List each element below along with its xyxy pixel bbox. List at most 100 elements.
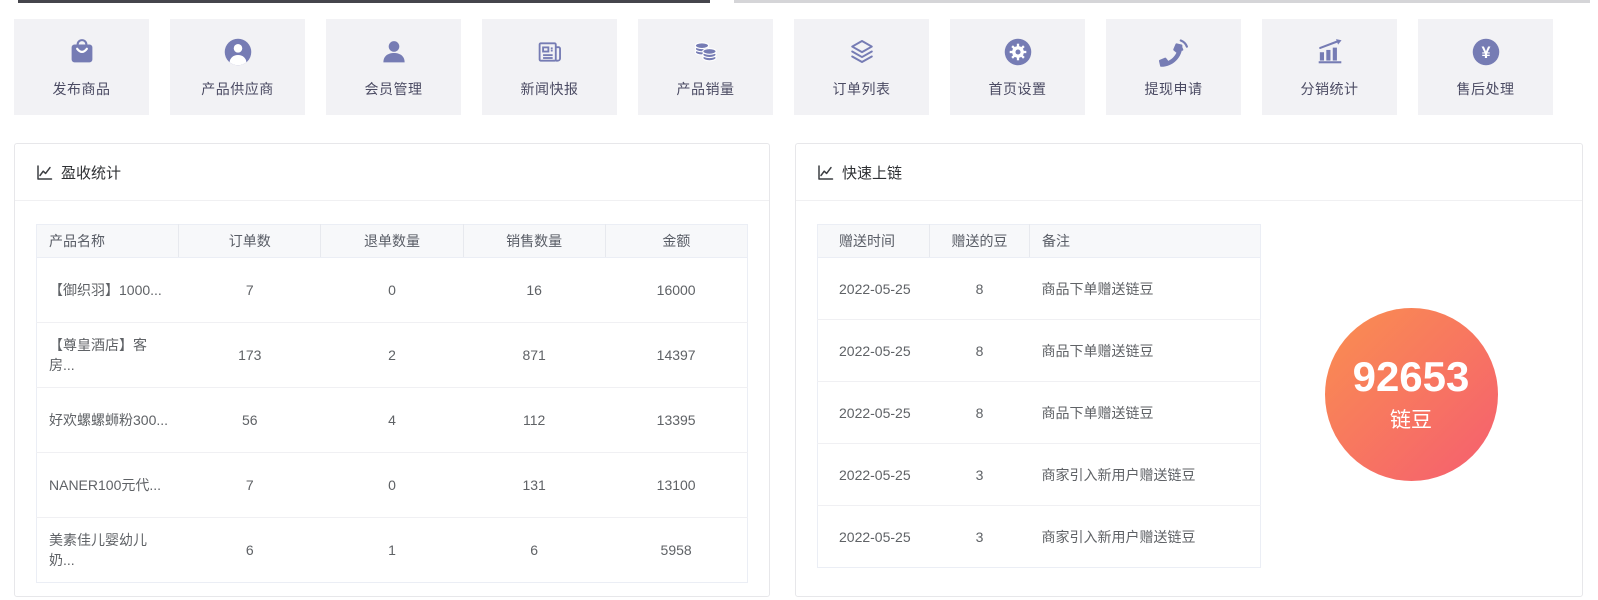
quick-action-homepage-settings[interactable]: 首页设置 <box>950 19 1085 115</box>
table-cell: 13100 <box>605 452 748 518</box>
user-icon <box>379 36 409 68</box>
table-cell: 3 <box>975 528 984 545</box>
table-cell: 56 <box>178 387 321 453</box>
chain-bean-unit: 链豆 <box>1390 408 1432 432</box>
table-cell: 商品下单赠送链豆 <box>1029 381 1261 444</box>
table-cell: 4 <box>320 387 464 453</box>
table-cell: 2022-05-25 <box>839 528 911 545</box>
gear-icon <box>1003 36 1033 68</box>
badge-area: 92653 链豆 <box>1261 224 1561 568</box>
newspaper-icon <box>535 36 565 68</box>
bar-chart-icon <box>1315 36 1345 68</box>
table-cell: 2 <box>320 322 464 388</box>
table-cell: 871 <box>463 322 606 388</box>
supplier-user-icon <box>223 36 253 68</box>
quick-action-label: 产品供应商 <box>201 80 274 97</box>
table-row: 2022-05-25 3 商家引入新用户赠送链豆 <box>818 506 1261 568</box>
table-cell: 8 <box>929 257 1030 320</box>
table-row: 2022-05-25 8 商品下单赠送链豆 <box>817 381 1261 444</box>
table-cell: 0 <box>320 452 464 518</box>
quick-action-label: 分销统计 <box>1300 80 1359 97</box>
dashboard-screen: 发布商品 产品供应商 会员管理 新闻快报 产品销量 订单列表 首页设置 提现申请… <box>0 0 1598 600</box>
table-row: 美素佳儿婴幼儿奶... 6 1 6 5958 <box>37 518 748 583</box>
chart-line-icon <box>37 164 53 180</box>
yuan-icon: ¥ <box>1471 36 1501 68</box>
column-header: 订单数 <box>178 224 322 258</box>
table-cell: 2022-05-25 <box>817 257 930 320</box>
panel-title: 快速上链 <box>842 164 903 182</box>
top-edge-strip-right <box>734 0 1590 3</box>
table-row: 【御织羽】1000... 7 0 16 16000 <box>36 257 748 323</box>
main-content: 盈收统计 产品名称 订单数 退单数量 销售数量 金额 【御织羽】1000... 7 0 16 1… <box>14 143 1583 597</box>
revenue-table: 产品名称 订单数 退单数量 销售数量 金额 【御织羽】1000... 7 0 16 16000 【… <box>36 224 748 583</box>
quick-action-member-management[interactable]: 会员管理 <box>326 19 461 115</box>
quick-action-label: 新闻快报 <box>520 80 579 97</box>
quick-action-label: 产品销量 <box>676 80 735 97</box>
table-cell: 6 <box>245 542 254 558</box>
table-cell: 16000 <box>605 257 748 323</box>
quick-chain-panel-header: 快速上链 <box>796 144 1582 201</box>
table-row: 【尊皇酒店】客房... 173 2 871 14397 <box>36 322 748 388</box>
table-cell: 美素佳儿婴幼儿奶... <box>49 532 147 568</box>
table-cell: 112 <box>463 387 606 453</box>
quick-action-label: 发布商品 <box>52 80 111 97</box>
coins-icon <box>691 36 721 68</box>
table-cell: NANER100元代... <box>36 452 179 518</box>
table-cell: 173 <box>178 322 321 388</box>
table-cell: 6 <box>530 542 539 558</box>
quick-action-order-list[interactable]: 订单列表 <box>794 19 929 115</box>
table-cell: 8 <box>929 319 1030 382</box>
top-edge-strip-left <box>18 0 710 3</box>
table-cell: 5958 <box>660 542 692 558</box>
phone-icon <box>1158 36 1189 68</box>
column-header: 产品名称 <box>36 224 180 258</box>
quick-action-publish-product[interactable]: 发布商品 <box>14 19 149 115</box>
column-header: 赠送的豆 <box>929 224 1030 258</box>
column-header: 备注 <box>1029 224 1261 258</box>
quick-action-aftersales[interactable]: ¥ 售后处理 <box>1418 19 1553 115</box>
quick-actions-row: 发布商品 产品供应商 会员管理 新闻快报 产品销量 订单列表 首页设置 提现申请… <box>14 19 1553 115</box>
quick-action-label: 会员管理 <box>364 80 423 97</box>
table-cell: 1 <box>388 542 396 558</box>
quick-chain-panel: 快速上链 赠送时间 赠送的豆 备注 2022-05-25 8 商品下单赠送链豆 2022-… <box>795 143 1583 597</box>
table-cell: 2022-05-25 <box>817 319 930 382</box>
table-cell: 2022-05-25 <box>817 381 930 444</box>
table-cell: 商家引入新用户赠送链豆 <box>1041 528 1196 545</box>
table-cell: 16 <box>463 257 606 323</box>
table-cell: 7 <box>178 257 321 323</box>
quick-action-distribution-stats[interactable]: 分销统计 <box>1262 19 1397 115</box>
table-cell: 商家引入新用户赠送链豆 <box>1029 443 1261 506</box>
chain-bean-total-value: 92653 <box>1352 353 1470 401</box>
table-cell: 2022-05-25 <box>817 443 930 506</box>
quick-action-label: 首页设置 <box>988 80 1047 97</box>
revenue-panel-header: 盈收统计 <box>15 144 769 201</box>
column-header: 赠送时间 <box>817 224 930 258</box>
column-header: 销售数量 <box>463 224 606 258</box>
panel-title: 盈收统计 <box>61 164 122 182</box>
column-header: 金额 <box>605 224 748 258</box>
table-cell: 【御织羽】1000... <box>36 257 179 323</box>
revenue-stats-panel: 盈收统计 产品名称 订单数 退单数量 销售数量 金额 【御织羽】1000... 7 0 16 1… <box>14 143 770 597</box>
table-cell: 7 <box>178 452 321 518</box>
table-row: 好欢螺螺蛳粉300... 56 4 112 13395 <box>36 387 748 453</box>
quick-action-label: 订单列表 <box>832 80 891 97</box>
table-row: NANER100元代... 7 0 131 13100 <box>36 452 748 518</box>
quick-action-product-supplier[interactable]: 产品供应商 <box>170 19 305 115</box>
chart-line-icon <box>818 164 834 180</box>
table-cell: 8 <box>929 381 1030 444</box>
table-cell: 商品下单赠送链豆 <box>1029 257 1261 320</box>
quick-action-label: 提现申请 <box>1144 80 1203 97</box>
shopping-bag-icon <box>67 36 97 68</box>
quick-action-label: 售后处理 <box>1456 80 1515 97</box>
chain-bean-total-badge: 92653 链豆 <box>1324 308 1498 481</box>
quick-chain-table: 赠送时间 赠送的豆 备注 2022-05-25 8 商品下单赠送链豆 2022-05-25… <box>817 224 1261 568</box>
quick-action-news-bulletin[interactable]: 新闻快报 <box>482 19 617 115</box>
table-cell: 3 <box>929 443 1030 506</box>
table-cell: 【尊皇酒店】客房... <box>36 322 179 388</box>
table-cell: 好欢螺螺蛳粉300... <box>36 387 179 453</box>
table-row: 2022-05-25 8 商品下单赠送链豆 <box>817 319 1261 382</box>
quick-action-withdrawal-request[interactable]: 提现申请 <box>1106 19 1241 115</box>
table-cell: 商品下单赠送链豆 <box>1029 319 1261 382</box>
svg-text:¥: ¥ <box>1481 43 1490 61</box>
quick-action-product-sales[interactable]: 产品销量 <box>638 19 773 115</box>
